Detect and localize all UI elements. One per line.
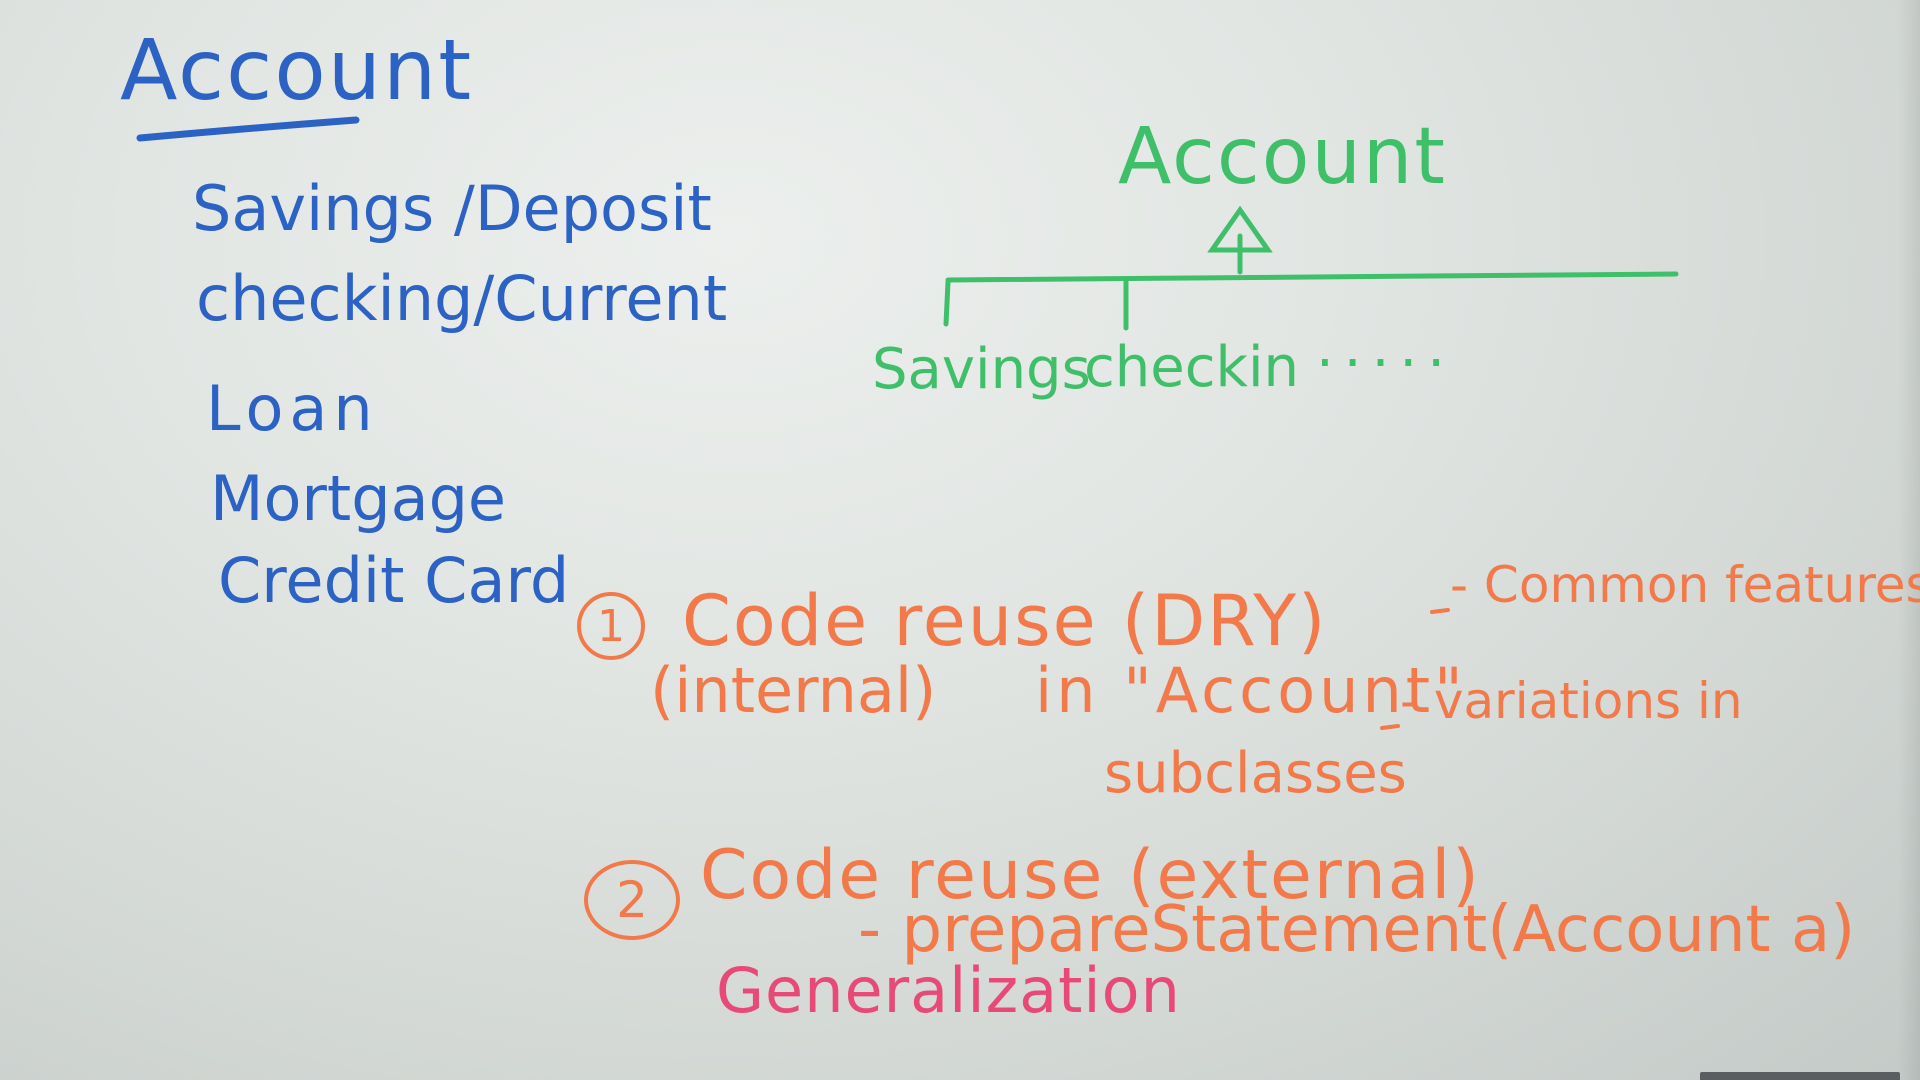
list-item-checking: checking/Current bbox=[196, 262, 728, 335]
point-1-common-features: - Common features bbox=[1450, 556, 1920, 614]
left-title: Account bbox=[120, 21, 474, 119]
tree-left-drop bbox=[943, 279, 951, 327]
list-item-loan: Loan bbox=[206, 372, 379, 445]
dash-1 bbox=[1430, 608, 1450, 614]
tree-child-savings: Savings bbox=[872, 337, 1091, 402]
generalization-label: Generalization bbox=[716, 954, 1181, 1027]
point-1-subclasses: subclasses bbox=[1104, 741, 1407, 806]
point-2-marker: 2 bbox=[584, 860, 680, 940]
point-2-prepare-statement: - prepareStatement(Account a) bbox=[858, 893, 1856, 967]
point-1-heading: Code reuse (DRY) bbox=[682, 580, 1328, 662]
whiteboard: Account Savings /Deposit checking/Curren… bbox=[0, 0, 1920, 1080]
list-item-credit-card: Credit Card bbox=[218, 544, 570, 617]
tree-horizontal-line bbox=[945, 271, 1679, 283]
point-1-variations: - variations in bbox=[1400, 672, 1743, 730]
list-item-savings: Savings /Deposit bbox=[192, 172, 712, 245]
title-underline bbox=[136, 116, 360, 142]
point-1-internal: (internal) bbox=[650, 654, 937, 727]
inheritance-tree bbox=[943, 205, 1679, 331]
list-item-mortgage: Mortgage bbox=[210, 462, 507, 535]
tree-child-ellipsis: ..... bbox=[1316, 315, 1456, 380]
point-1-marker: 1 bbox=[577, 592, 645, 660]
tree-child-checking: checkin bbox=[1084, 335, 1300, 400]
tree-root-label: Account bbox=[1118, 112, 1447, 202]
